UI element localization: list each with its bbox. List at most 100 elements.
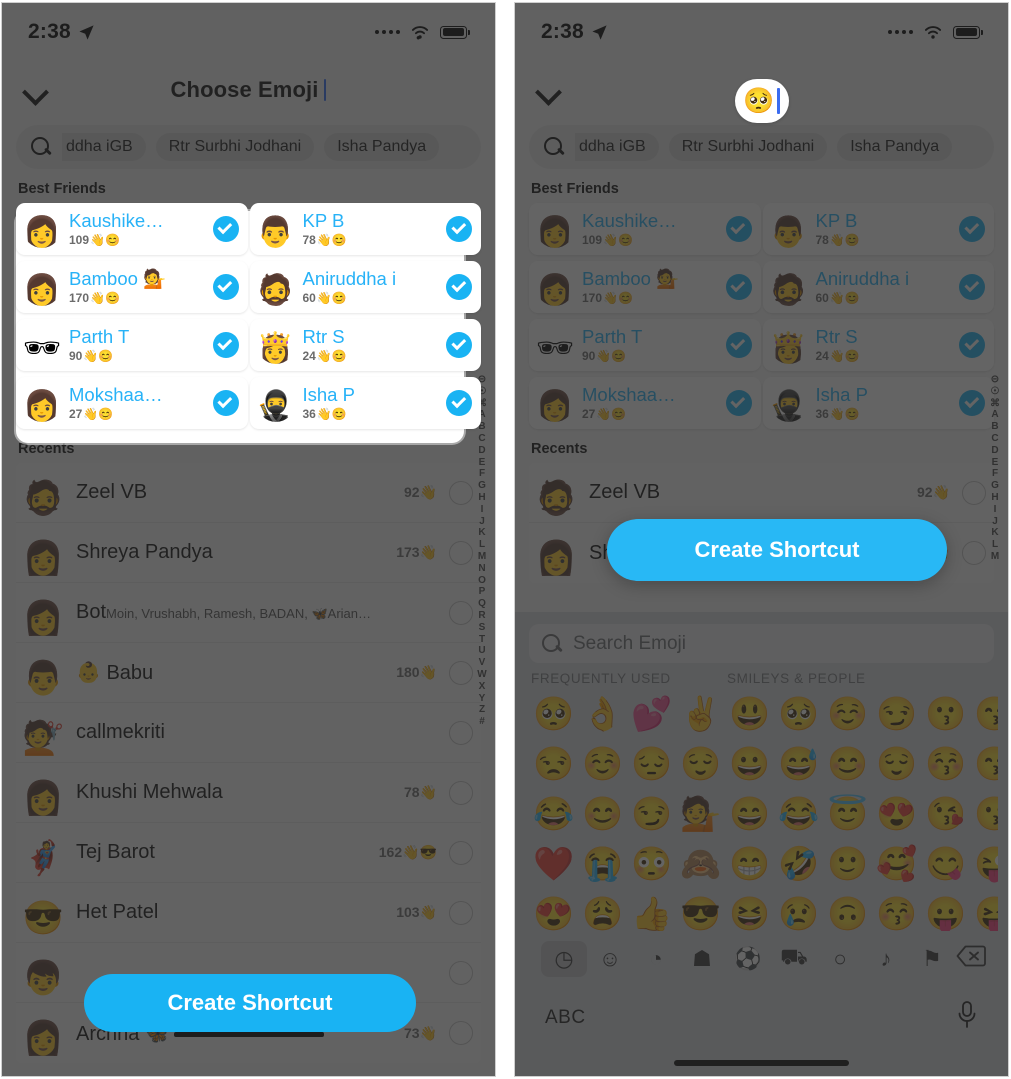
radio-unselected[interactable] — [449, 720, 473, 745]
flags-icon[interactable]: ⚑ — [909, 941, 955, 977]
emoji-key[interactable]: 😇 — [823, 789, 872, 837]
alphabet-index-letter[interactable]: Q — [478, 598, 486, 610]
emoji-key[interactable]: 😌 — [676, 739, 725, 787]
radio-unselected[interactable] — [449, 480, 473, 505]
emoji-key[interactable]: 😙 — [970, 689, 998, 737]
checkmark-icon[interactable] — [212, 216, 239, 242]
emoji-key[interactable]: 😩 — [578, 889, 627, 931]
alphabet-index-letter[interactable]: O — [478, 575, 486, 587]
emoji-key[interactable]: ❤️ — [529, 839, 578, 887]
checkmark-icon[interactable] — [959, 390, 985, 416]
alphabet-index-letter[interactable]: H — [478, 492, 485, 504]
emoji-key[interactable]: ☺️ — [823, 689, 872, 737]
recent-list-item[interactable]: 🦸 Tej Barot 162👋😎 — [16, 823, 481, 883]
emoji-key[interactable]: 😎 — [676, 889, 725, 931]
radio-unselected[interactable] — [449, 840, 473, 865]
best-friend-card[interactable]: 🕶 Parth T 90 👋😊 — [529, 319, 761, 371]
alphabet-index-letter[interactable]: J — [479, 516, 485, 528]
alphabet-index-letter[interactable]: C — [991, 433, 998, 445]
objects-icon[interactable]: ○ — [817, 941, 863, 977]
emoji-key[interactable]: 😊 — [578, 789, 627, 837]
best-friend-card[interactable]: 👩 Kaushike… 109 👋😊 — [529, 203, 761, 255]
alphabet-index-letter[interactable]: V — [479, 657, 486, 669]
emoji-key[interactable]: 🙃 — [823, 889, 872, 931]
recent-list-item[interactable]: 😎 Het Patel 103👋 — [16, 883, 481, 943]
backspace-icon[interactable] — [956, 944, 986, 974]
emoji-key[interactable]: 😁 — [725, 839, 774, 887]
radio-unselected[interactable] — [449, 900, 473, 925]
recent-list-item[interactable]: 🧔 Zeel VB 92👋 — [16, 463, 481, 523]
best-friend-card[interactable]: 🕶 Parth T 90 👋😊 — [16, 319, 248, 371]
checkmark-icon[interactable] — [212, 332, 239, 358]
best-friend-card[interactable]: 🧔 Aniruddha i 60 👋😊 — [762, 261, 994, 313]
create-shortcut-button[interactable]: Create Shortcut — [84, 974, 416, 1032]
best-friend-card[interactable]: 👸 Rtr S 24 👋😊 — [762, 319, 994, 371]
recent-list-item[interactable]: 👨 👶 Babu 180👋 — [16, 643, 481, 703]
emoji-key[interactable]: 🤣 — [774, 839, 823, 887]
travel-icon[interactable]: ⛟ — [771, 941, 817, 977]
emoji-key[interactable]: 😢 — [774, 889, 823, 931]
emoji-key[interactable]: 😍 — [529, 889, 578, 931]
alphabet-index-letter[interactable]: C — [478, 433, 485, 445]
emoji-key[interactable]: 😳 — [627, 839, 676, 887]
alphabet-index-letter[interactable]: Z — [479, 705, 485, 716]
best-friend-card[interactable]: 🥷 Isha P 36 👋😊 — [762, 377, 994, 429]
search-chip[interactable]: ddha iGB — [62, 133, 146, 161]
alphabet-index-letter[interactable]: P — [479, 587, 486, 598]
checkmark-icon[interactable] — [959, 274, 985, 300]
checkmark-icon[interactable] — [446, 274, 472, 300]
emoji-key[interactable]: 💁 — [676, 789, 725, 837]
alphabet-index-letter[interactable]: M — [991, 551, 999, 563]
checkmark-icon[interactable] — [446, 216, 472, 242]
checkmark-icon[interactable] — [212, 274, 239, 300]
alphabet-index-letter[interactable]: B — [991, 421, 998, 433]
best-friend-card[interactable]: 👩 Kaushike… 109 👋😊 — [16, 203, 248, 255]
radio-unselected[interactable] — [449, 540, 473, 565]
search-chip[interactable]: Rtr Surbhi Jodhani — [155, 133, 315, 161]
alphabet-index-letter[interactable]: K — [478, 528, 485, 539]
emoji-key[interactable]: 😝 — [970, 889, 998, 931]
radio-unselected[interactable] — [962, 480, 986, 505]
sports-icon[interactable]: ⚽ — [725, 941, 771, 977]
emoji-key[interactable]: 😋 — [921, 839, 970, 887]
alphabet-index-letter[interactable]: M — [478, 551, 486, 563]
food-icon[interactable]: ☗ — [679, 941, 725, 977]
emoji-key[interactable]: 😃 — [725, 689, 774, 737]
emoji-key[interactable]: 😏 — [627, 789, 676, 837]
emoji-key[interactable]: 😂 — [774, 789, 823, 837]
recent-list-item[interactable]: 💇 callmekriti — [16, 703, 481, 763]
recent-list-item[interactable]: 👩 Khushi Mehwala 78👋 — [16, 763, 481, 823]
alphabet-index-letter[interactable]: # — [479, 716, 485, 728]
recent-list-item[interactable]: 🧔 Zeel VB 92👋 — [529, 463, 994, 523]
best-friend-card[interactable]: 🧔 Aniruddha i 60 👋😊 — [249, 261, 481, 313]
checkmark-icon[interactable] — [725, 390, 752, 416]
best-friend-card[interactable]: 👸 Rtr S 24 👋😊 — [249, 319, 481, 371]
search-chip[interactable]: ddha iGB — [575, 133, 659, 161]
emoji-key[interactable]: 😍 — [872, 789, 921, 837]
best-friend-card[interactable]: 👩 Bamboo 💁 170 👋😊 — [16, 261, 248, 313]
alphabet-index-letter[interactable]: A — [991, 410, 998, 421]
emoji-key[interactable]: 😏 — [872, 689, 921, 737]
emoji-key[interactable]: 😗 — [921, 689, 970, 737]
emoji-key[interactable]: 😚 — [921, 739, 970, 787]
recent-list-item[interactable]: 👩 BotMoin, Vrushabh, Ramesh, BADAN, 🦋Aria… — [16, 583, 481, 643]
emoji-key[interactable]: 😂 — [529, 789, 578, 837]
search-chip[interactable]: Rtr Surbhi Jodhani — [668, 133, 828, 161]
radio-unselected[interactable] — [449, 780, 473, 805]
alphabet-index-letter[interactable]: T — [479, 634, 485, 646]
checkmark-icon[interactable] — [212, 390, 239, 416]
emoji-key[interactable]: 👌 — [578, 689, 627, 737]
alphabet-index-letter[interactable]: J — [992, 516, 998, 528]
radio-unselected[interactable] — [449, 960, 473, 985]
emoji-key[interactable]: 😒 — [529, 739, 578, 787]
emoji-key[interactable]: ✌️ — [676, 689, 725, 737]
emoji-key[interactable]: 😅 — [774, 739, 823, 787]
emoji-key[interactable]: 😊 — [823, 739, 872, 787]
emoji-key[interactable]: 😭 — [578, 839, 627, 887]
alphabet-index-letter[interactable]: W — [477, 669, 486, 681]
alphabet-index-letter[interactable]: S — [479, 622, 486, 634]
alphabet-index-letter[interactable]: R — [478, 610, 485, 622]
best-friend-card[interactable]: 👨 KP B 78 👋😊 — [762, 203, 994, 255]
checkmark-icon[interactable] — [446, 390, 472, 416]
emoji-key[interactable]: 😔 — [627, 739, 676, 787]
